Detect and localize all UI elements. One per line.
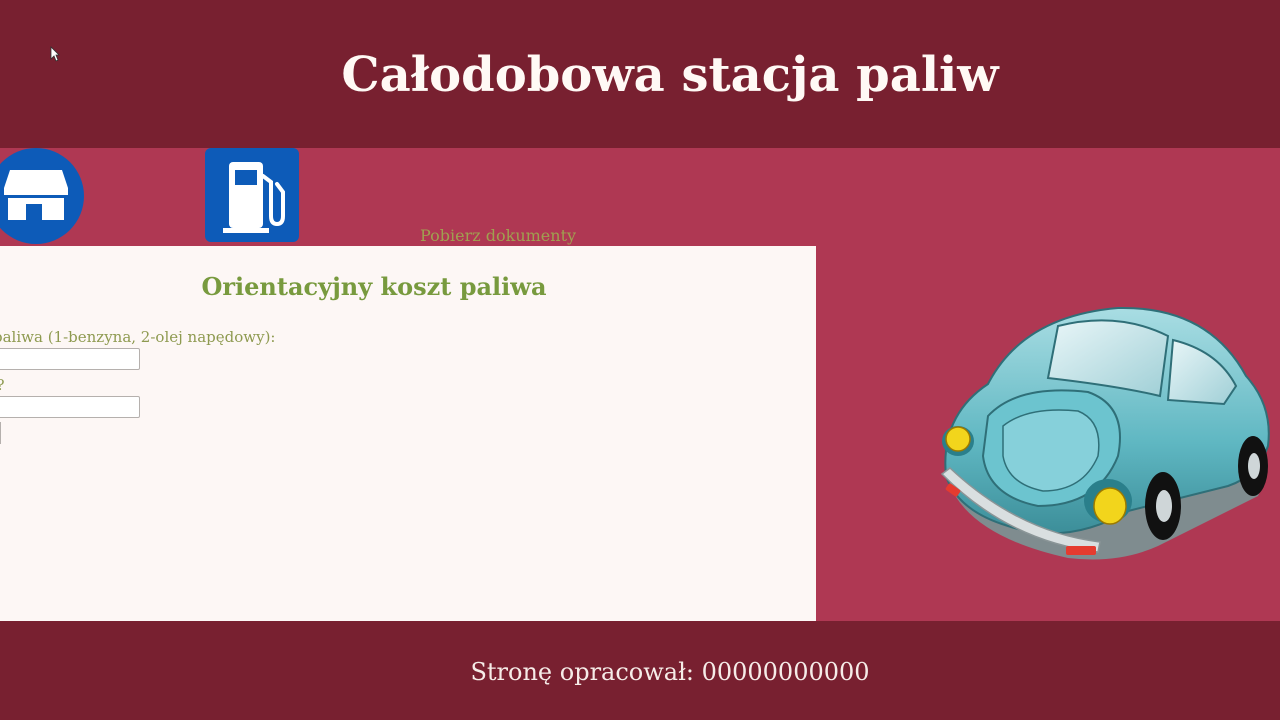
shop-button[interactable] xyxy=(0,148,84,244)
download-documents-link[interactable]: Pobierz dokumenty xyxy=(420,226,576,245)
mouse-cursor-icon xyxy=(50,46,60,62)
fuel-pump-icon xyxy=(223,162,285,233)
fuel-cost-panel: Orientacyjny koszt paliwa paliwa (1-benz… xyxy=(0,246,816,621)
fuel-type-label: paliwa (1-benzyna, 2-olej napędowy): xyxy=(0,328,276,346)
shop-icon xyxy=(4,170,68,220)
page-title: Całodobowa stacja paliw xyxy=(341,47,999,103)
navigation-bar xyxy=(0,148,1280,246)
page-footer: Stronę opracował: 00000000000 xyxy=(0,621,1280,720)
liters-input[interactable] xyxy=(0,396,140,418)
page: Całodobowa stacja paliw Pobierz dokument… xyxy=(0,0,1280,720)
fuel-button[interactable] xyxy=(205,148,299,242)
liters-label: y? xyxy=(0,376,5,394)
calculate-button[interactable] xyxy=(0,422,1,444)
page-header: Całodobowa stacja paliw xyxy=(0,0,1280,148)
author-credit: Stronę opracował: 00000000000 xyxy=(470,658,870,686)
car-icon xyxy=(940,306,1270,560)
fuel-cost-heading: Orientacyjny koszt paliwa xyxy=(201,272,547,301)
fuel-type-input[interactable] xyxy=(0,348,140,370)
